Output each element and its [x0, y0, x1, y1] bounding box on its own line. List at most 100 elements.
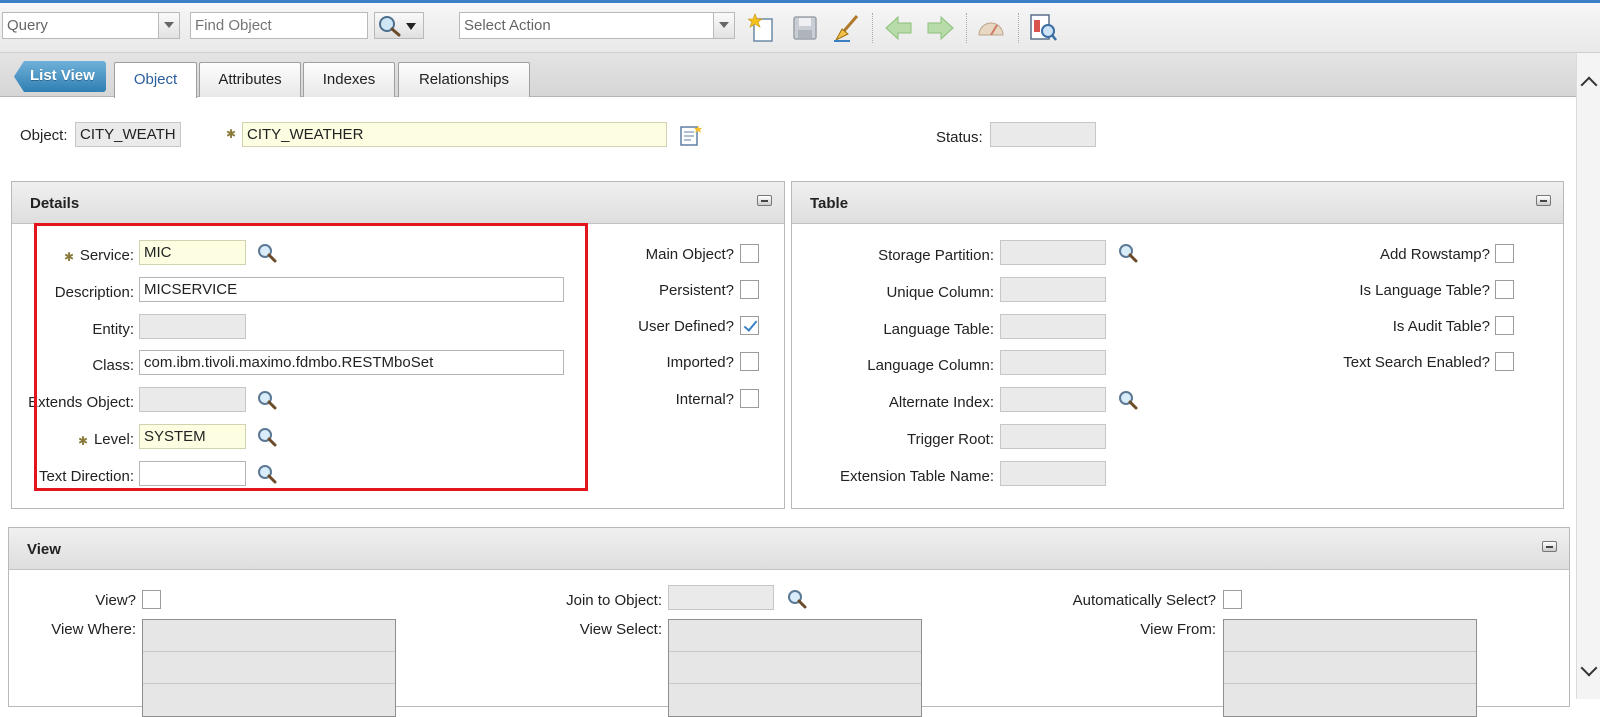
view-select-field[interactable]: [668, 619, 922, 717]
trigger-root-label: Trigger Root:: [907, 431, 994, 448]
tab-relationships[interactable]: Relationships: [398, 62, 530, 97]
alternate-index-label: Alternate Index:: [888, 394, 994, 411]
status-field[interactable]: [990, 122, 1096, 147]
extension-table-name-field[interactable]: [1000, 461, 1106, 486]
is-language-table-checkbox[interactable]: [1495, 280, 1514, 299]
imported-label: Imported?: [666, 354, 734, 371]
text-row: [1224, 652, 1476, 684]
user-defined-checkbox[interactable]: [740, 316, 759, 335]
imported-checkbox[interactable]: [740, 352, 759, 371]
status-label: Status:: [936, 129, 983, 146]
persistent-checkbox[interactable]: [740, 280, 759, 299]
language-table-label: Language Table:: [883, 321, 994, 338]
search-icon[interactable]: [1117, 242, 1139, 264]
view-where-label: View Where:: [51, 621, 136, 638]
text-row: [669, 620, 921, 652]
new-record-icon[interactable]: [748, 13, 778, 43]
storage-partition-field[interactable]: [1000, 240, 1106, 265]
table-section-title: Table: [810, 195, 849, 212]
toolbar-separator: [966, 13, 967, 43]
add-rowstamp-label: Add Rowstamp?: [1379, 246, 1490, 263]
clear-changes-icon[interactable]: [832, 13, 862, 43]
internal-label: Internal?: [675, 391, 734, 408]
search-icon[interactable]: [1117, 389, 1139, 411]
text-row: [143, 652, 395, 684]
add-rowstamp-checkbox[interactable]: [1495, 244, 1514, 263]
search-gauge-icon[interactable]: [976, 13, 1006, 43]
tab-object[interactable]: Object: [114, 62, 197, 98]
view-label: View?: [95, 592, 136, 609]
extension-table-name-label: Extension Table Name:: [840, 468, 994, 485]
chevron-down-icon[interactable]: [158, 13, 179, 38]
unique-column-label: Unique Column:: [886, 284, 994, 301]
tab-bar: List View Object Attributes Indexes Rela…: [0, 53, 1576, 98]
vertical-scrollbar[interactable]: [1576, 53, 1600, 699]
trigger-root-field[interactable]: [1000, 424, 1106, 449]
object-field[interactable]: CITY_WEATH: [75, 122, 181, 147]
tab-attributes[interactable]: Attributes: [199, 62, 301, 97]
text-row: [1224, 620, 1476, 652]
save-icon[interactable]: [790, 13, 820, 43]
text-row: [143, 620, 395, 652]
view-from-label: View From:: [1140, 621, 1216, 638]
select-action-dropdown[interactable]: Select Action: [459, 12, 735, 39]
scroll-up-icon[interactable]: [1580, 76, 1598, 94]
text-row: [669, 652, 921, 684]
join-to-object-label: Join to Object:: [566, 592, 662, 609]
toolbar: Query Select Action: [0, 3, 1600, 53]
highlight-box: [34, 223, 588, 491]
chevron-down-icon[interactable]: [713, 13, 734, 38]
automatically-select-checkbox[interactable]: [1223, 590, 1242, 609]
find-button[interactable]: [374, 12, 424, 39]
tab-indexes[interactable]: Indexes: [303, 62, 395, 97]
is-audit-table-checkbox[interactable]: [1495, 316, 1514, 335]
list-view-button[interactable]: List View: [14, 61, 106, 92]
internal-checkbox[interactable]: [740, 389, 759, 408]
details-section-header: Details: [12, 182, 784, 224]
join-to-object-field[interactable]: [668, 585, 774, 610]
query-select-value: Query: [7, 17, 48, 34]
find-object-input[interactable]: [190, 12, 368, 39]
collapse-icon[interactable]: [1536, 195, 1551, 206]
toolbar-separator: [872, 13, 873, 43]
table-section-header: Table: [792, 182, 1563, 224]
view-section-header: View: [9, 528, 1569, 570]
language-table-field[interactable]: [1000, 314, 1106, 339]
is-audit-table-label: Is Audit Table?: [1392, 318, 1490, 335]
view-checkbox[interactable]: [142, 590, 161, 609]
details-section-title: Details: [30, 195, 80, 212]
select-action-value: Select Action: [464, 17, 551, 34]
text-search-enabled-checkbox[interactable]: [1495, 352, 1514, 371]
query-select[interactable]: Query: [2, 12, 180, 39]
persistent-label: Persistent?: [658, 282, 734, 299]
unique-column-field[interactable]: [1000, 277, 1106, 302]
long-description-icon[interactable]: [678, 124, 704, 148]
previous-record-icon[interactable]: [884, 13, 914, 43]
user-defined-label: User Defined?: [638, 318, 734, 335]
automatically-select-label: Automatically Select?: [1072, 592, 1216, 609]
language-column-label: Language Column:: [867, 357, 994, 374]
object-label: Object:: [20, 127, 68, 144]
object-description-field[interactable]: CITY_WEATHER: [242, 122, 667, 147]
collapse-icon[interactable]: [1542, 541, 1557, 552]
view-history-icon[interactable]: [1028, 13, 1058, 43]
main-object-label: Main Object?: [645, 246, 734, 263]
text-search-enabled-label: Text Search Enabled?: [1343, 354, 1490, 371]
chevron-down-icon[interactable]: [406, 23, 416, 30]
view-select-label: View Select:: [579, 621, 662, 638]
view-where-field[interactable]: [142, 619, 396, 717]
storage-partition-label: Storage Partition:: [878, 247, 994, 264]
main-object-checkbox[interactable]: [740, 244, 759, 263]
next-record-icon[interactable]: [925, 13, 955, 43]
language-column-field[interactable]: [1000, 350, 1106, 375]
is-language-table-label: Is Language Table?: [1359, 282, 1490, 299]
scroll-down-icon[interactable]: [1580, 659, 1598, 677]
alternate-index-field[interactable]: [1000, 387, 1106, 412]
view-from-field[interactable]: [1223, 619, 1477, 717]
search-icon[interactable]: [786, 588, 808, 610]
required-icon: ✱: [226, 127, 237, 141]
search-icon: [379, 16, 401, 37]
collapse-icon[interactable]: [757, 195, 772, 206]
view-section-title: View: [27, 541, 61, 558]
table-section: Table: [791, 181, 1564, 509]
